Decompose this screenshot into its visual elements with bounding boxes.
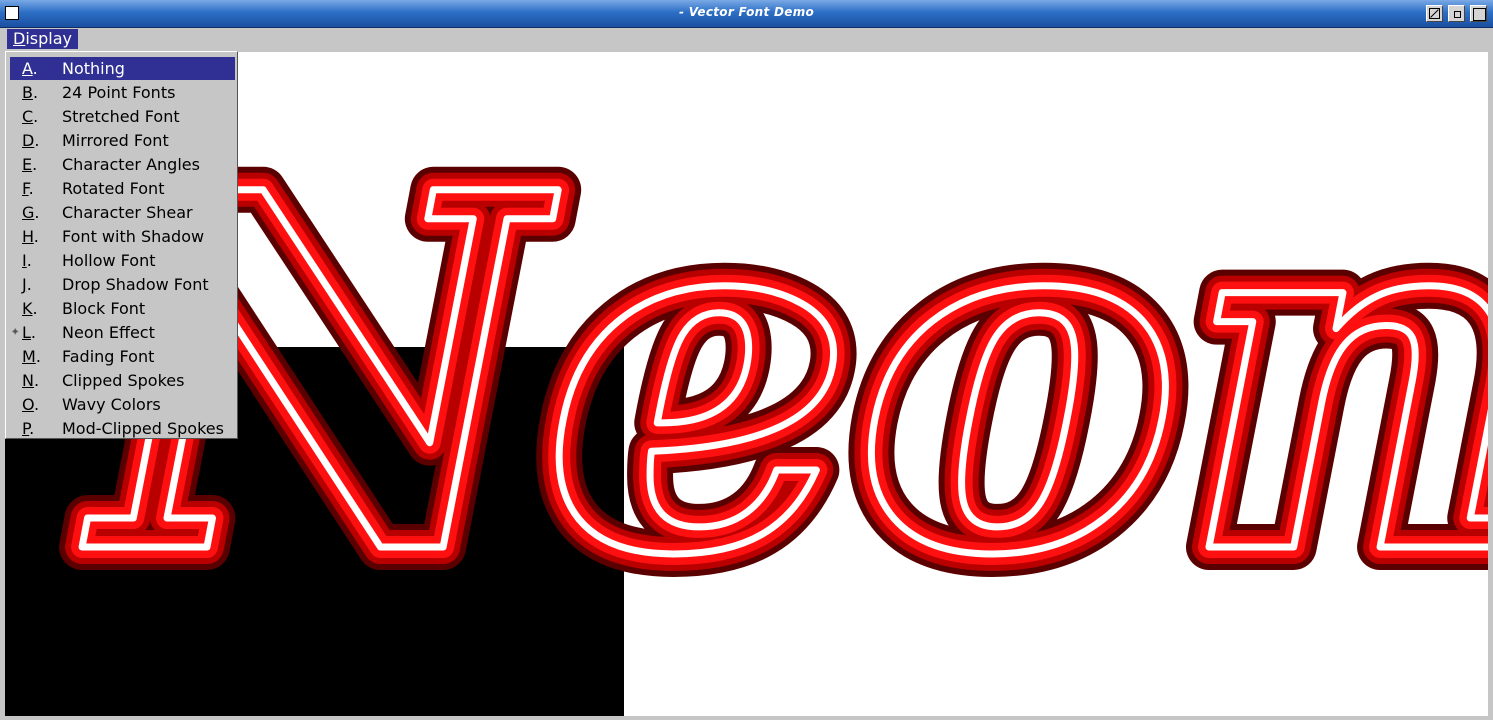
menu-item-key: O.	[22, 395, 40, 414]
menu-item-label: Clipped Spokes	[62, 371, 185, 390]
menu-item-clipped-spokes[interactable]: N. Clipped Spokes	[10, 369, 235, 392]
menu-item-label: Block Font	[62, 299, 146, 318]
menu-item-mod-clipped-spokes[interactable]: P. Mod-Clipped Spokes	[10, 417, 235, 440]
menu-item-mnemonic: C	[22, 107, 34, 126]
menu-item-mnemonic: D	[22, 131, 35, 150]
menu-bar: Display	[0, 28, 1493, 50]
menu-item-label: Hollow Font	[62, 251, 156, 270]
display-dropdown-menu: A. Nothing B. 24 Point Fonts C. Stretched Fon…	[5, 51, 238, 439]
menu-item-hollow-font[interactable]: I. Hollow Font	[10, 249, 235, 272]
menu-item-mnemonic: P	[22, 419, 30, 438]
menu-item-nothing[interactable]: A. Nothing	[10, 57, 235, 80]
menu-item-rotated-font[interactable]: F. Rotated Font	[10, 177, 235, 200]
menu-item-label: Character Shear	[62, 203, 193, 222]
menu-item-label: Font with Shadow	[62, 227, 205, 246]
menu-item-mnemonic: F	[22, 179, 29, 198]
menu-item-label: Character Angles	[62, 155, 200, 174]
menu-item-key: K.	[22, 299, 38, 318]
resize-icon[interactable]	[1426, 5, 1443, 22]
menu-item-mnemonic: G	[22, 203, 35, 222]
menu-item-label: Drop Shadow Font	[62, 275, 209, 294]
menu-item-mnemonic: N	[22, 371, 34, 390]
menu-item-character-shear[interactable]: G. Character Shear	[10, 201, 235, 224]
minimize-button[interactable]	[1448, 5, 1465, 22]
menu-item-key: B.	[22, 83, 39, 102]
menu-display-label: isplay	[25, 29, 72, 48]
menu-item-label: 24 Point Fonts	[62, 83, 176, 102]
menu-item-mnemonic: K	[22, 299, 33, 318]
menu-item-label: Fading Font	[62, 347, 155, 366]
menu-item-label: Mirrored Font	[62, 131, 169, 150]
neon-layer-core: Neon	[80, 87, 1488, 663]
menu-item-drop-shadow-font[interactable]: J. Drop Shadow Font	[10, 273, 235, 296]
menu-item-key: G.	[22, 203, 40, 222]
menu-item-label: Wavy Colors	[62, 395, 161, 414]
menu-item-mnemonic: M	[22, 347, 36, 366]
menu-item-stretched-font[interactable]: C. Stretched Font	[10, 105, 235, 128]
menu-item-block-font[interactable]: K. Block Font	[10, 297, 235, 320]
menu-item-label: Stretched Font	[62, 107, 180, 126]
window-title: - Vector Font Demo	[678, 5, 815, 19]
checkmark-icon: ✦	[11, 327, 20, 338]
menu-item-key: H.	[22, 227, 39, 246]
menu-item-key: J.	[22, 275, 32, 294]
title-bar[interactable]: - Vector Font Demo	[0, 0, 1493, 28]
menu-item-label: Neon Effect	[62, 323, 155, 342]
menu-item-mnemonic: B	[22, 83, 33, 102]
menu-item-character-angles[interactable]: E. Character Angles	[10, 153, 235, 176]
maximize-button[interactable]	[1470, 5, 1487, 22]
menu-item-mnemonic: E	[22, 155, 33, 174]
menu-display-mnemonic: D	[13, 29, 26, 48]
menu-item-label: Nothing	[62, 59, 125, 78]
menu-item-key: P.	[22, 419, 35, 438]
menu-item-key: A.	[22, 59, 38, 78]
menu-item-key: E.	[22, 155, 38, 174]
menu-item-key: N.	[22, 371, 40, 390]
menu-item-mnemonic: I	[22, 251, 27, 270]
menu-item-key: I.	[22, 251, 32, 270]
menu-item-fading-font[interactable]: M. Fading Font	[10, 345, 235, 368]
app-window: - Vector Font Demo Display Neon Neon Neo…	[0, 0, 1493, 720]
menu-item-mnemonic: H	[22, 227, 34, 246]
menu-item-label: Mod-Clipped Spokes	[62, 419, 224, 438]
menu-item-key: C.	[22, 107, 39, 126]
menu-item-key: D.	[22, 131, 40, 150]
menu-item-font-with-shadow[interactable]: H. Font with Shadow	[10, 225, 235, 248]
menu-item-key: F.	[22, 179, 34, 198]
menu-item-wavy-colors[interactable]: O. Wavy Colors	[10, 393, 235, 416]
menu-item-mnemonic: J	[22, 275, 27, 294]
menu-item-mirrored-font[interactable]: D. Mirrored Font	[10, 129, 235, 152]
menu-item-label: Rotated Font	[62, 179, 165, 198]
menu-item-mnemonic: A	[22, 59, 33, 78]
menu-item-mnemonic: O	[22, 395, 34, 414]
menu-item-24-point-fonts[interactable]: B. 24 Point Fonts	[10, 81, 235, 104]
menu-item-neon-effect[interactable]: ✦ L. Neon Effect	[10, 321, 235, 344]
menu-item-mnemonic: L	[22, 323, 31, 342]
menu-item-key: L.	[22, 323, 37, 342]
menu-item-key: M.	[22, 347, 41, 366]
menu-display[interactable]: Display	[7, 29, 78, 49]
